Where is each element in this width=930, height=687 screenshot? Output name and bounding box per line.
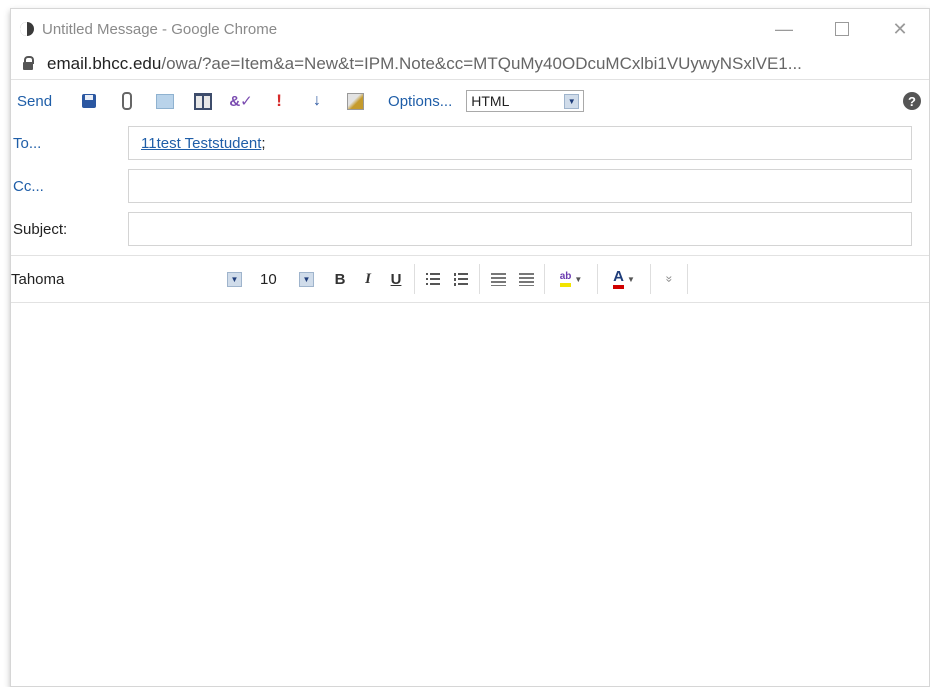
highlight-button[interactable]: ab ▼	[551, 267, 591, 291]
toolbar-divider	[597, 264, 598, 294]
font-name-value: Tahoma	[11, 270, 65, 288]
increase-indent-button[interactable]	[514, 267, 538, 291]
subject-field[interactable]	[128, 212, 912, 246]
numbering-button[interactable]	[449, 267, 473, 291]
recipient-separator: ;	[261, 134, 266, 152]
toolbar-divider	[544, 264, 545, 294]
address-book-icon	[194, 92, 213, 110]
formatting-toolbar: Tahoma ▼ 10 ▼ B I U ab ▼ A ▼ »	[11, 255, 929, 303]
message-toolbar: Send &✓ ! ↓ Options... HTML ▼ ?	[11, 80, 929, 122]
chevron-down-icon: ▼	[574, 274, 583, 284]
subject-row: Subject:	[11, 208, 929, 251]
lock-icon[interactable]	[23, 56, 34, 70]
cc-row: Cc...	[11, 165, 929, 208]
font-color-button[interactable]: A ▼	[604, 267, 644, 291]
toolbar-divider	[479, 264, 480, 294]
attach-button[interactable]	[118, 92, 136, 110]
low-importance-button[interactable]: ↓	[308, 92, 326, 110]
check-names-icon: &✓	[229, 93, 253, 110]
bullets-button[interactable]	[421, 267, 445, 291]
minimize-icon: —	[775, 18, 793, 39]
image-icon	[156, 93, 175, 109]
italic-button[interactable]: I	[356, 267, 380, 291]
chrome-icon	[20, 22, 34, 36]
chevron-down-icon: ▼	[564, 93, 580, 109]
subject-label: Subject:	[13, 221, 68, 238]
decrease-indent-icon	[490, 272, 506, 286]
toolbar-divider	[650, 264, 651, 294]
insert-image-button[interactable]	[156, 92, 175, 110]
address-bar[interactable]: email.bhcc.edu/owa/?ae=Item&a=New&t=IPM.…	[11, 49, 929, 80]
to-field[interactable]: 11test Teststudent;	[128, 126, 912, 160]
title-bar: Untitled Message - Google Chrome — ✕	[11, 9, 929, 49]
highlighter-icon: ab	[559, 271, 572, 287]
browser-window: Untitled Message - Google Chrome — ✕ ema…	[10, 8, 930, 687]
help-icon[interactable]: ?	[903, 92, 921, 110]
decrease-indent-button[interactable]	[486, 267, 510, 291]
to-button[interactable]: To...	[11, 135, 131, 152]
font-size-select[interactable]: 10 ▼	[254, 268, 318, 290]
minimize-button[interactable]: —	[755, 9, 813, 49]
toolbar-divider	[687, 264, 688, 294]
more-formatting-button[interactable]: »	[657, 267, 681, 291]
chevron-down-icon: ▼	[299, 271, 314, 287]
to-row: To... 11test Teststudent;	[11, 122, 929, 165]
message-format-value: HTML	[471, 93, 510, 109]
underline-button[interactable]: U	[384, 267, 408, 291]
signature-icon	[346, 92, 364, 110]
font-size-value: 10	[260, 270, 277, 288]
numbered-list-icon	[454, 273, 468, 286]
chevron-down-icon: ▼	[626, 274, 635, 284]
font-name-select[interactable]: Tahoma ▼	[11, 268, 246, 290]
paperclip-icon	[122, 92, 133, 110]
font-color-icon: A	[613, 269, 624, 289]
increase-indent-icon	[518, 272, 534, 286]
bulleted-list-icon	[426, 273, 440, 285]
high-importance-button[interactable]: !	[270, 91, 288, 110]
check-names-button[interactable]: &✓	[229, 92, 253, 110]
options-link[interactable]: Options...	[388, 93, 452, 110]
chevron-down-icon: ▼	[227, 271, 242, 287]
maximize-icon	[835, 22, 849, 36]
url-path: /owa/?ae=Item&a=New&t=IPM.Note&cc=MTQuMy…	[161, 54, 802, 73]
toolbar-divider	[414, 264, 415, 294]
window-title: Untitled Message - Google Chrome	[42, 20, 278, 38]
double-chevron-icon: »	[662, 275, 676, 283]
close-button[interactable]: ✕	[871, 9, 929, 49]
bold-button[interactable]: B	[328, 267, 352, 291]
exclamation-icon: !	[276, 91, 282, 110]
cc-button[interactable]: Cc...	[11, 178, 131, 195]
maximize-button[interactable]	[813, 9, 871, 49]
down-arrow-icon: ↓	[313, 92, 322, 109]
window-controls: — ✕	[755, 9, 929, 49]
save-button[interactable]	[80, 92, 98, 110]
url-host: email.bhcc.edu	[47, 54, 162, 73]
address-book-button[interactable]	[194, 92, 213, 110]
message-format-select[interactable]: HTML ▼	[466, 90, 585, 112]
close-icon: ✕	[892, 18, 908, 39]
send-button[interactable]: Send	[17, 93, 52, 110]
save-icon	[82, 94, 97, 108]
cc-field[interactable]	[128, 169, 912, 203]
recipient-link[interactable]: 11test Teststudent	[141, 135, 261, 152]
signature-button[interactable]	[346, 92, 364, 110]
message-body-editor[interactable]	[11, 320, 929, 686]
